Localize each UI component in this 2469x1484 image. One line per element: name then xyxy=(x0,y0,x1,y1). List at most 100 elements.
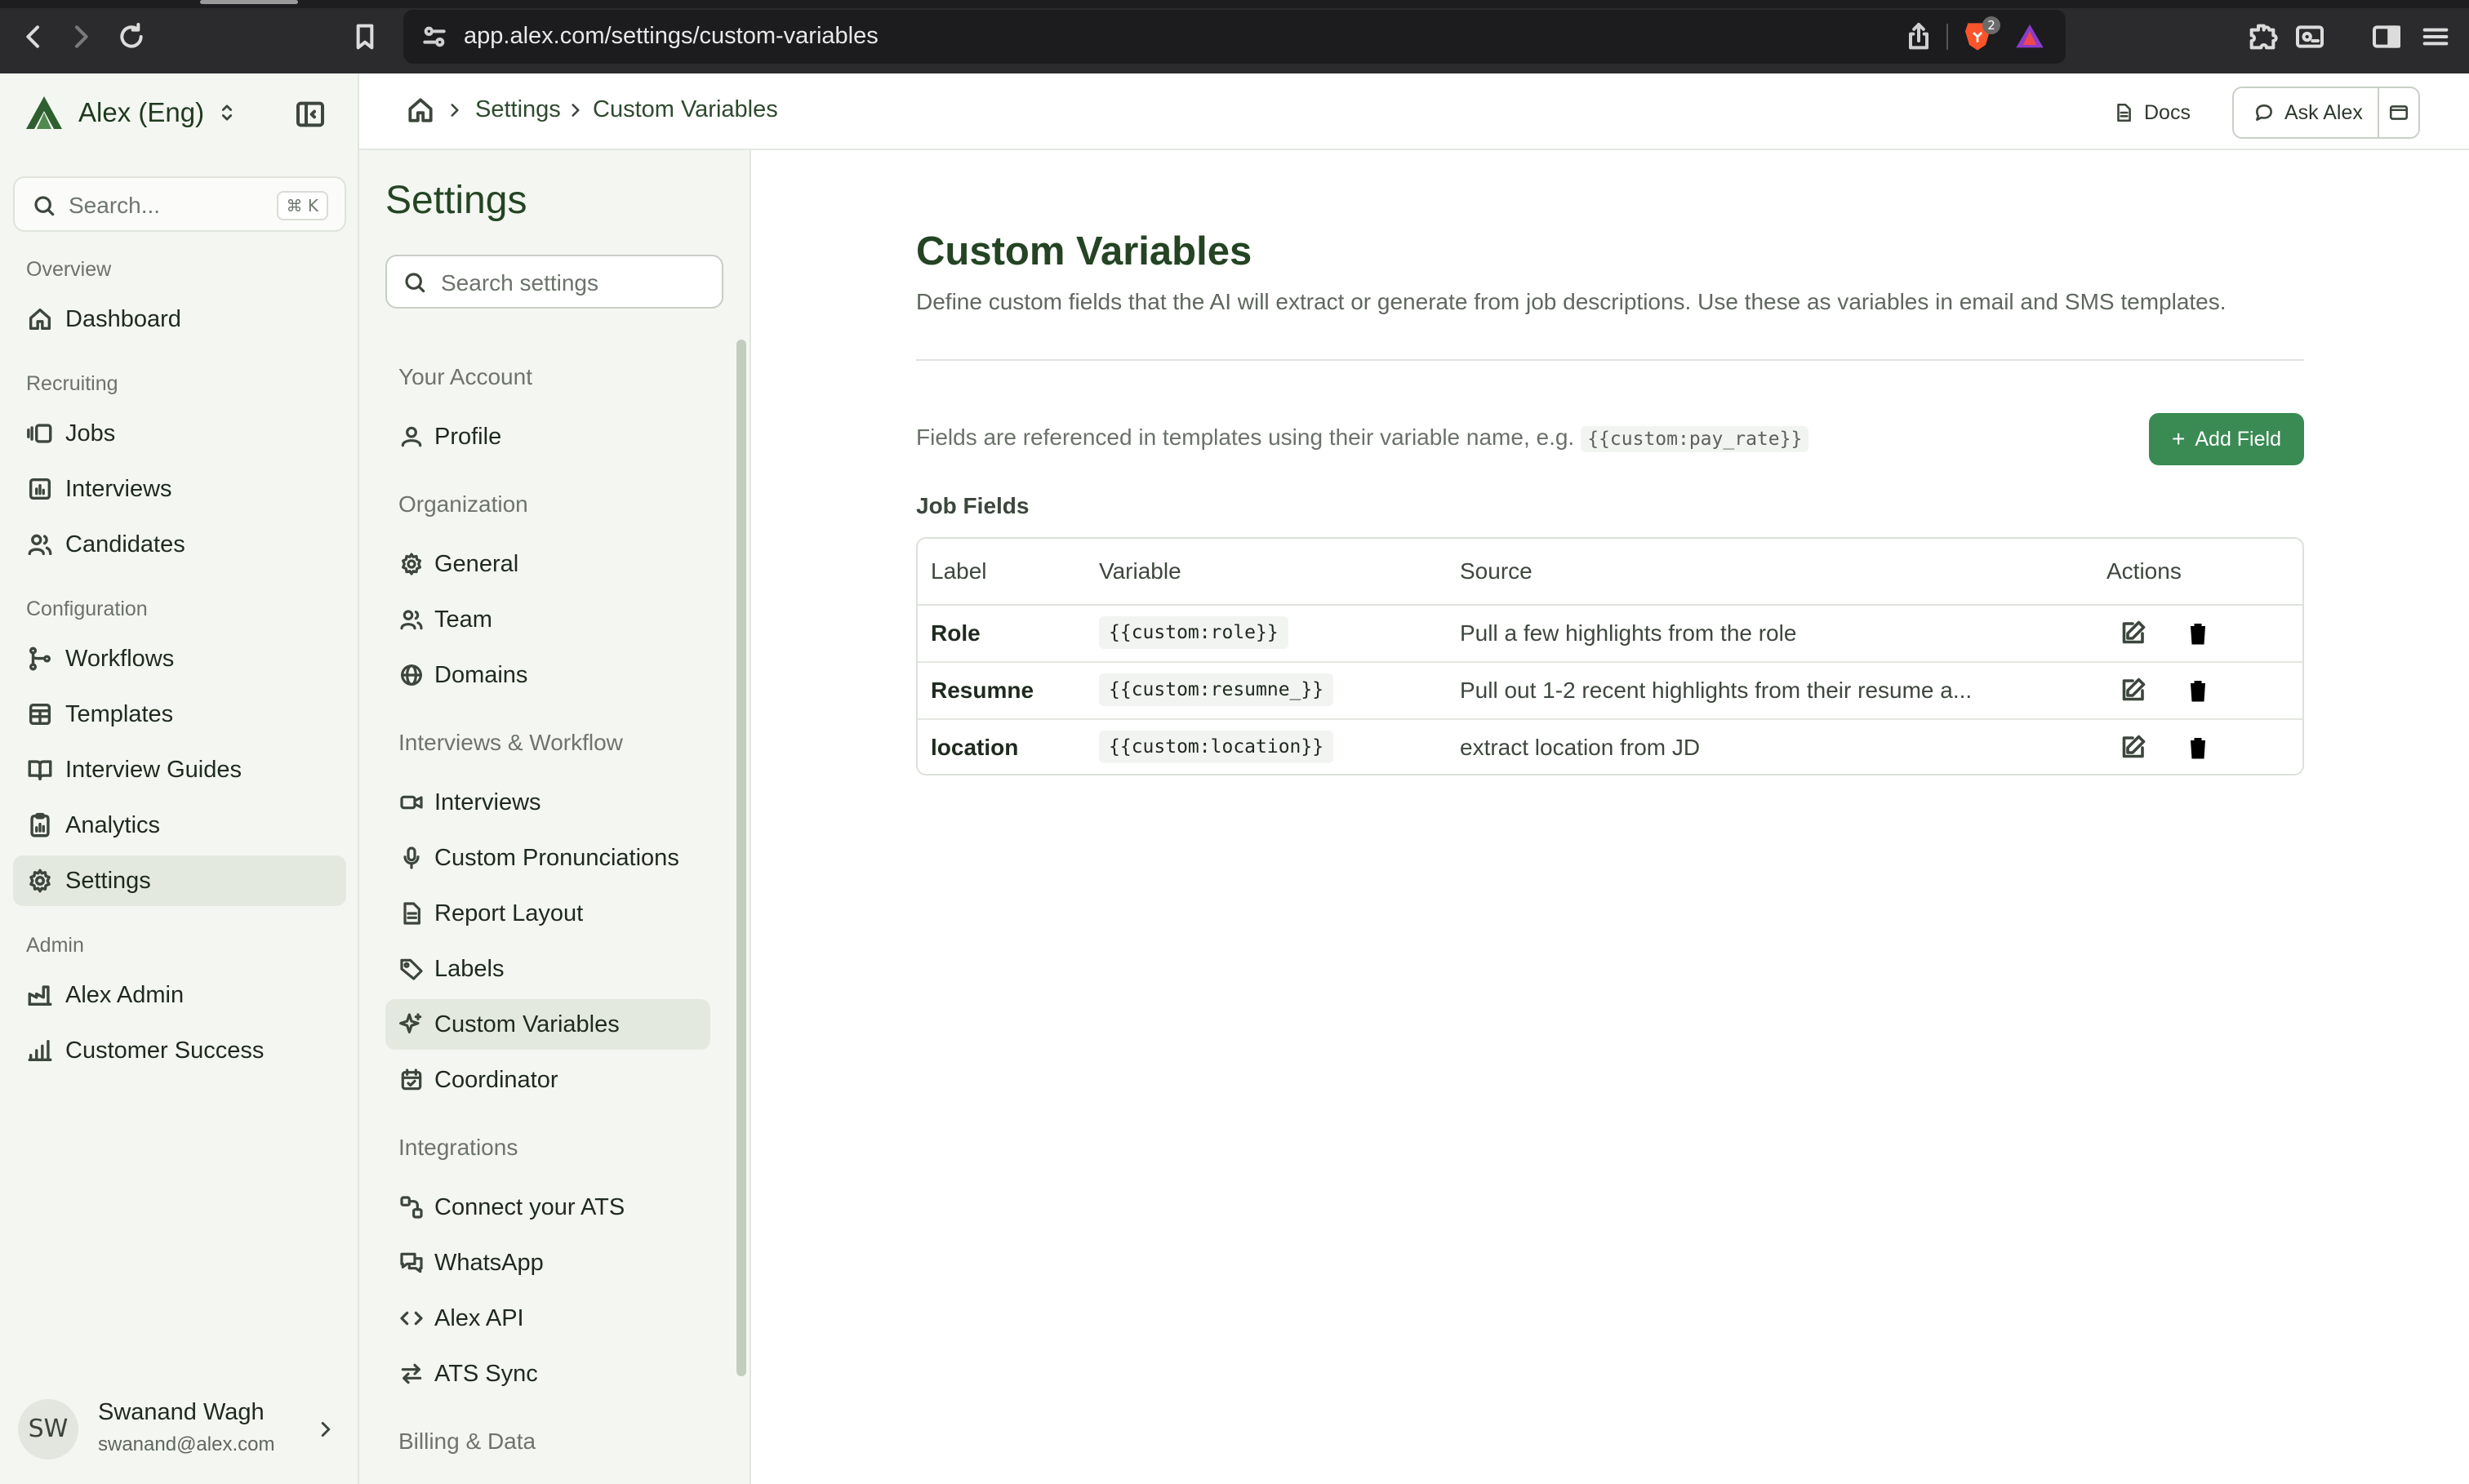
site-settings-icon[interactable] xyxy=(418,20,451,53)
chart-icon xyxy=(29,478,51,500)
sidebar-toggle-icon[interactable] xyxy=(2364,15,2409,59)
clipboard-chart-icon xyxy=(30,812,50,838)
settings-item-labels[interactable]: Labels xyxy=(385,944,710,994)
sidebar-item-alex-admin[interactable]: Alex Admin xyxy=(13,970,346,1020)
row-label: Role xyxy=(931,620,981,646)
sidebar-item-label: Alex Admin xyxy=(65,982,185,1008)
sidebar-item-templates[interactable]: Templates xyxy=(13,689,346,740)
settings-section-account: Your Account xyxy=(398,364,532,389)
users-icon xyxy=(400,610,423,630)
nav-section-configuration: Configuration xyxy=(26,598,148,620)
settings-item-interviews[interactable]: Interviews xyxy=(385,777,710,828)
trash-icon[interactable] xyxy=(2183,733,2213,762)
plus-icon: + xyxy=(2172,426,2186,451)
settings-item-label: Labels xyxy=(434,956,505,982)
ask-alex-panel-toggle[interactable] xyxy=(2378,88,2418,137)
search-icon xyxy=(405,273,425,293)
app-sidebar: Alex (Eng) Search... ⌘ K Overview Dashbo… xyxy=(0,73,359,1484)
add-field-button[interactable]: + Add Field xyxy=(2149,413,2304,465)
home-icon[interactable] xyxy=(405,95,436,126)
browser-chrome: app.alex.com/settings/custom-variables 2 xyxy=(0,0,2469,73)
menu-icon[interactable] xyxy=(2413,15,2458,59)
settings-item-connect-ats[interactable]: Connect your ATS xyxy=(385,1182,710,1233)
trash-icon[interactable] xyxy=(2183,676,2213,705)
address-bar[interactable]: app.alex.com/settings/custom-variables 2 xyxy=(403,10,2066,64)
docs-button[interactable]: Docs xyxy=(2113,95,2191,131)
settings-item-label: Report Layout xyxy=(434,900,584,926)
sidebar-item-label: Interviews xyxy=(65,476,172,502)
sidebar-item-label: Candidates xyxy=(65,531,185,558)
avatar: SW xyxy=(18,1399,78,1460)
sidebar-item-settings[interactable]: Settings xyxy=(13,855,346,906)
settings-item-profile[interactable]: Profile xyxy=(385,411,710,462)
connection-icon xyxy=(400,1196,423,1219)
reference-note-text: Fields are referenced in templates using… xyxy=(916,424,1575,450)
bookmark-icon[interactable] xyxy=(343,15,387,59)
sidebar-item-label: Dashboard xyxy=(65,306,181,332)
sidebar-item-analytics[interactable]: Analytics xyxy=(13,800,346,851)
settings-item-report-layout[interactable]: Report Layout xyxy=(385,888,710,939)
settings-item-label: WhatsApp xyxy=(434,1250,544,1276)
main-content: Custom Variables Define custom fields th… xyxy=(753,150,2469,1484)
sidebar-item-customer-success[interactable]: Customer Success xyxy=(13,1025,346,1076)
toolbar-divider xyxy=(1946,24,1948,50)
ask-alex-label: Ask Alex xyxy=(2284,100,2363,124)
settings-item-alex-api[interactable]: Alex API xyxy=(385,1293,710,1344)
active-tab-indicator[interactable] xyxy=(200,0,298,4)
chevron-up-down-icon xyxy=(221,104,233,121)
row-variable: {{custom:location}} xyxy=(1099,731,1334,763)
settings-item-custom-variables[interactable]: Custom Variables xyxy=(385,999,710,1050)
job-fields-heading: Job Fields xyxy=(916,493,1030,518)
edit-icon[interactable] xyxy=(2118,619,2147,648)
edit-icon[interactable] xyxy=(2118,733,2147,762)
url-text[interactable]: app.alex.com/settings/custom-variables xyxy=(464,23,879,50)
settings-item-label: ATS Sync xyxy=(434,1361,538,1387)
ask-alex-button-group: Ask Alex xyxy=(2232,87,2420,139)
collapse-sidebar-icon[interactable] xyxy=(294,98,327,131)
sidebar-item-interviews[interactable]: Interviews xyxy=(13,464,346,514)
user-email: swanand@alex.com xyxy=(98,1433,275,1455)
settings-item-ats-sync[interactable]: ATS Sync xyxy=(385,1348,710,1399)
table-row: location {{custom:location}} extract loc… xyxy=(918,720,2302,774)
chevron-right-icon xyxy=(321,1422,331,1437)
share-icon[interactable] xyxy=(1902,20,1935,53)
sidebar-item-jobs[interactable]: Jobs xyxy=(13,408,346,459)
brave-rewards-icon[interactable] xyxy=(2013,20,2046,53)
ask-alex-button[interactable]: Ask Alex xyxy=(2234,88,2378,137)
sidebar-item-interview-guides[interactable]: Interview Guides xyxy=(13,744,346,795)
page-title: Custom Variables xyxy=(916,229,1252,273)
sidebar-item-dashboard[interactable]: Dashboard xyxy=(13,294,346,344)
wallet-icon[interactable] xyxy=(2288,15,2332,59)
settings-search-input[interactable]: Search settings xyxy=(385,255,723,309)
table-header: Label Variable Source Actions xyxy=(918,539,2302,606)
settings-item-domains[interactable]: Domains xyxy=(385,650,710,700)
user-menu[interactable]: SW Swanand Wagh swanand@alex.com xyxy=(18,1396,345,1464)
settings-item-label: Connect your ATS xyxy=(434,1194,625,1220)
sidebar-item-label: Customer Success xyxy=(65,1037,265,1064)
row-source: Pull a few highlights from the role xyxy=(1460,620,1797,646)
settings-search-placeholder: Search settings xyxy=(441,270,598,295)
trash-icon[interactable] xyxy=(2183,619,2213,648)
settings-item-custom-pronunciations[interactable]: Custom Pronunciations xyxy=(385,833,710,883)
settings-item-whatsapp[interactable]: WhatsApp xyxy=(385,1237,710,1288)
settings-nav-scrollbar[interactable] xyxy=(736,340,746,1376)
extensions-icon[interactable] xyxy=(2240,15,2284,59)
settings-item-coordinator[interactable]: Coordinator xyxy=(385,1055,710,1105)
reload-icon[interactable] xyxy=(109,15,153,59)
edit-icon[interactable] xyxy=(2118,676,2147,705)
sidebar-item-workflows[interactable]: Workflows xyxy=(13,633,346,684)
document-icon xyxy=(403,902,420,925)
reference-example: {{custom:pay_rate}} xyxy=(1581,426,1809,452)
workspace-switcher[interactable]: Alex (Eng) xyxy=(24,88,238,137)
breadcrumb-current: Custom Variables xyxy=(593,96,778,122)
table-row: Resumne {{custom:resumne_}} Pull out 1-2… xyxy=(918,663,2302,720)
back-icon[interactable] xyxy=(11,15,56,59)
row-variable: {{custom:resumne_}} xyxy=(1099,673,1334,706)
breadcrumb-settings[interactable]: Settings xyxy=(475,96,561,123)
global-search-input[interactable]: Search... ⌘ K xyxy=(13,176,346,232)
sidebar-item-candidates[interactable]: Candidates xyxy=(13,519,346,570)
alex-logo-icon xyxy=(26,96,62,129)
forward-icon[interactable] xyxy=(59,15,103,59)
settings-item-general[interactable]: General xyxy=(385,539,710,589)
settings-item-team[interactable]: Team xyxy=(385,594,710,645)
